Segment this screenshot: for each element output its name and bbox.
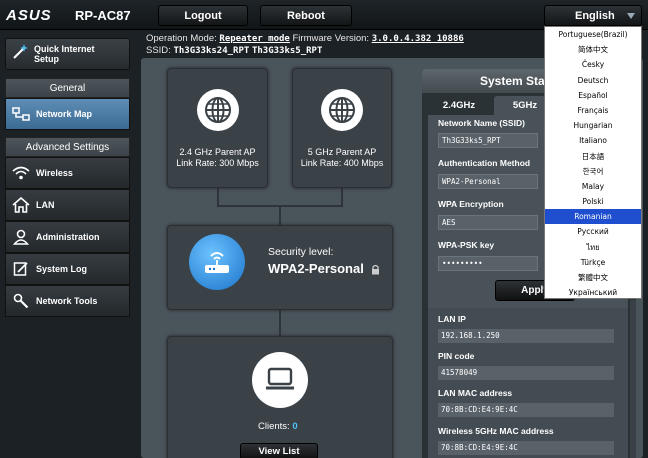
operation-mode-link[interactable]: Repeater mode xyxy=(219,34,289,44)
ap24-rate: Link Rate: 300 Mbps xyxy=(176,158,259,168)
clients-count[interactable]: 0 xyxy=(292,421,297,432)
reboot-button[interactable]: Reboot xyxy=(260,5,352,26)
computer-icon xyxy=(252,352,308,408)
router-info: Operation Mode: Repeater mode Firmware V… xyxy=(146,33,464,57)
auth-method-label: Authentication Method xyxy=(438,158,531,168)
ssid-5: Th3G33ks5_RPT xyxy=(251,46,323,56)
sidebar-item-network-tools[interactable]: Network Tools xyxy=(5,285,130,317)
language-dropdown-list[interactable]: Portuguese(Brazil) 简体中文 Česky Deutsch Españo… xyxy=(544,26,642,299)
sidebar-item-administration[interactable]: Administration xyxy=(5,221,130,253)
sidebar-item-label: Network Tools xyxy=(36,296,98,306)
ssid-label: SSID: xyxy=(146,45,171,56)
ap24-title: 2.4 GHz Parent AP xyxy=(179,147,256,157)
firmware-link[interactable]: 3.0.0.4.382_10886 xyxy=(372,34,464,44)
router-icon xyxy=(189,234,245,290)
language-option[interactable]: Polski xyxy=(545,194,641,209)
clients-card[interactable]: Clients: 0 xyxy=(167,336,393,458)
connector-line xyxy=(279,310,281,336)
psk-key-label: WPA-PSK key xyxy=(438,240,495,250)
clients-label: Clients: xyxy=(258,421,290,432)
ssid-field-label: Network Name (SSID) xyxy=(438,118,525,128)
tab-24ghz[interactable]: 2.4GHz xyxy=(428,96,490,115)
home-icon xyxy=(6,197,36,213)
ssid-input[interactable]: Th3G33ks5_RPT xyxy=(438,133,538,148)
parent-ap-24-card[interactable]: 2.4 GHz Parent AP Link Rate: 300 Mbps xyxy=(167,68,268,188)
lock-icon xyxy=(371,262,380,280)
globe-icon xyxy=(321,89,363,131)
wl5-mac-value: 70:8B:CD:E4:9E:4C xyxy=(438,441,614,455)
network-map-icon xyxy=(6,107,36,121)
status-scrollbar[interactable] xyxy=(630,300,636,458)
sidebar-item-label: System Log xyxy=(36,264,88,274)
language-select[interactable]: English xyxy=(544,5,642,26)
language-option[interactable]: Hungarian xyxy=(545,118,641,133)
pin-code-value: 41578049 xyxy=(438,366,614,380)
language-option[interactable]: 한국어 xyxy=(545,164,641,179)
language-option[interactable]: Español xyxy=(545,88,641,103)
asus-logo: ASUS xyxy=(6,7,52,24)
logout-button[interactable]: Logout xyxy=(158,5,248,26)
wpa-encryption-label: WPA Encryption xyxy=(438,199,504,209)
tools-icon xyxy=(6,293,36,309)
lan-ip-value: 192.168.1.250 xyxy=(438,329,614,343)
lan-ip-label: LAN IP xyxy=(438,314,466,324)
parent-ap-5-card[interactable]: 5 GHz Parent AP Link Rate: 400 Mbps xyxy=(292,68,392,188)
language-option[interactable]: 简体中文 xyxy=(545,42,641,57)
language-option[interactable]: Italiano xyxy=(545,133,641,148)
connector-line xyxy=(279,205,281,225)
sidebar-item-system-log[interactable]: System Log xyxy=(5,253,130,285)
language-option[interactable]: ไทย xyxy=(545,240,641,255)
device-info-block: LAN IP 192.168.1.250 PIN code 41578049 L… xyxy=(428,308,628,458)
language-option[interactable]: Deutsch xyxy=(545,73,641,88)
psk-key-input[interactable]: ••••••••• xyxy=(438,256,538,271)
user-icon xyxy=(6,229,36,245)
security-level-value: WPA2-Personal xyxy=(268,261,364,276)
operation-mode-label: Operation Mode: xyxy=(146,33,217,44)
sidebar-item-lan[interactable]: LAN xyxy=(5,189,130,221)
language-option[interactable]: Русский xyxy=(545,224,641,239)
auth-method-select[interactable]: WPA2-Personal xyxy=(438,174,538,189)
sidebar-item-label: Network Map xyxy=(36,109,93,119)
sidebar-item-label: Administration xyxy=(36,232,100,242)
magic-wand-icon xyxy=(6,43,34,66)
globe-icon xyxy=(197,89,239,131)
log-icon xyxy=(6,261,36,277)
ap5-title: 5 GHz Parent AP xyxy=(307,147,377,157)
wifi-icon xyxy=(6,166,36,180)
lan-mac-label: LAN MAC address xyxy=(438,388,513,398)
language-option[interactable]: 繁體中文 xyxy=(545,270,641,285)
quick-internet-setup-button[interactable]: Quick Internet Setup xyxy=(5,38,130,70)
ap5-rate: Link Rate: 400 Mbps xyxy=(300,158,384,168)
language-option[interactable]: Malay xyxy=(545,179,641,194)
ssid-24: Th3G33ks24_RPT xyxy=(173,46,250,56)
sidebar-item-wireless[interactable]: Wireless xyxy=(5,157,130,189)
security-level-label: Security level: xyxy=(268,246,334,258)
quick-setup-line1: Quick Internet xyxy=(34,44,95,54)
language-option[interactable]: Romanian xyxy=(545,209,641,225)
model-name: RP-AC87 xyxy=(75,8,131,23)
firmware-label: Firmware Version: xyxy=(292,33,370,44)
language-option[interactable]: Український xyxy=(545,285,641,300)
chevron-down-icon xyxy=(627,13,635,19)
sidebar-item-label: Wireless xyxy=(36,168,73,178)
language-option[interactable]: 日本語 xyxy=(545,149,641,164)
view-list-button[interactable]: View List xyxy=(240,443,318,458)
language-option[interactable]: Türkçe xyxy=(545,255,641,270)
lan-mac-value: 70:8B:CD:E4:9E:4C xyxy=(438,403,614,417)
advanced-settings-header: Advanced Settings xyxy=(5,137,130,157)
repeater-card[interactable]: Security level: WPA2-Personal xyxy=(167,225,393,310)
language-option[interactable]: Česky xyxy=(545,57,641,72)
pin-code-label: PIN code xyxy=(438,351,475,361)
wpa-encryption-select[interactable]: AES xyxy=(438,215,538,230)
quick-setup-line2: Setup xyxy=(34,54,60,64)
sidebar-item-label: LAN xyxy=(36,200,55,210)
language-option[interactable]: Français xyxy=(545,103,641,118)
language-option[interactable]: Portuguese(Brazil) xyxy=(545,27,641,42)
connector-line xyxy=(341,188,343,206)
sidebar-item-network-map[interactable]: Network Map xyxy=(5,98,130,130)
wl5-mac-label: Wireless 5GHz MAC address xyxy=(438,426,554,436)
general-header: General xyxy=(5,78,130,98)
connector-line xyxy=(217,188,219,206)
language-selected: English xyxy=(575,9,615,22)
